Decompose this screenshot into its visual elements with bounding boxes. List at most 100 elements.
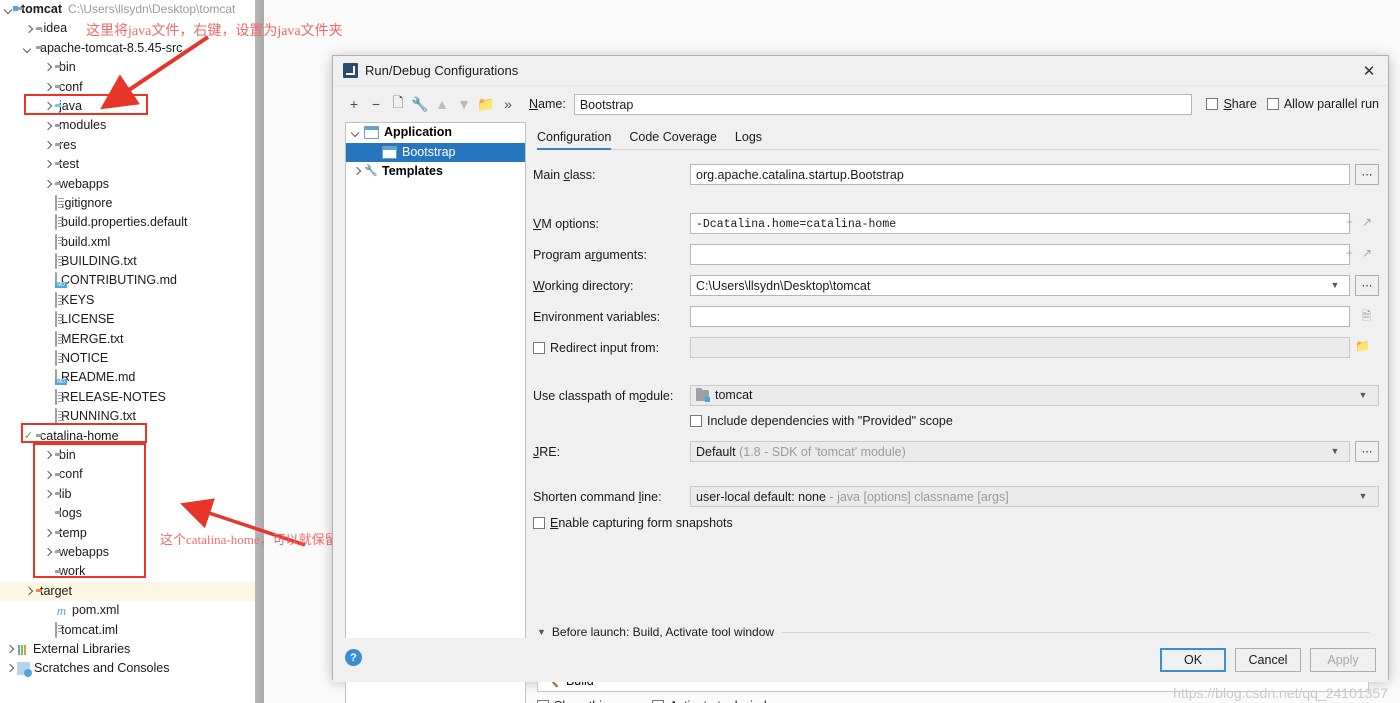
tree-row[interactable]: RELEASE-NOTES — [0, 388, 255, 407]
environment-variables-input[interactable] — [690, 306, 1350, 327]
close-icon[interactable]: ✕ — [1356, 60, 1382, 82]
chevron-right-icon[interactable] — [42, 159, 53, 170]
form-snapshots-checkbox[interactable]: Enable capturing form snapshots — [533, 516, 733, 530]
remove-configuration-icon[interactable]: − — [365, 93, 387, 115]
more-options-icon[interactable]: » — [497, 93, 519, 115]
chevron-down-icon[interactable]: ▼ — [1355, 384, 1371, 405]
tree-row[interactable]: build.properties.default — [0, 213, 255, 232]
chevron-down-icon[interactable]: ▼ — [537, 627, 546, 637]
tree-row-root[interactable]: tomcat C:\Users\llsydn\Desktop\tomcat — [0, 0, 255, 19]
tree-row[interactable]: .idea — [0, 19, 255, 38]
classpath-module-combo[interactable]: tomcat — [690, 385, 1379, 406]
chevron-right-icon[interactable] — [4, 663, 15, 674]
tab-logs[interactable]: Logs — [731, 130, 776, 149]
tree-row[interactable]: lib — [0, 485, 255, 504]
chevron-right-icon[interactable] — [23, 24, 34, 35]
chevron-right-icon[interactable] — [42, 470, 53, 481]
show-this-page-checkbox[interactable]: Show this page — [537, 699, 639, 703]
main-class-input[interactable]: org.apache.catalina.startup.Bootstrap — [690, 164, 1350, 185]
expand-editor-icon[interactable]: ↗ — [1362, 246, 1372, 260]
chevron-right-icon[interactable] — [42, 82, 53, 93]
ok-button[interactable]: OK — [1160, 648, 1226, 672]
tree-row[interactable]: LICENSE — [0, 310, 255, 329]
tab-code-coverage[interactable]: Code Coverage — [625, 130, 731, 149]
working-directory-input[interactable]: C:\Users\llsydn\Desktop\tomcat — [690, 275, 1350, 296]
tree-row[interactable]: bin — [0, 446, 255, 465]
program-arguments-input[interactable] — [690, 244, 1350, 265]
name-input[interactable]: Bootstrap — [573, 93, 1193, 115]
chevron-right-icon[interactable] — [4, 644, 15, 655]
tree-row[interactable]: .gitignore — [0, 194, 255, 213]
working-directory-browse-button[interactable]: ⋯ — [1355, 275, 1379, 296]
tree-row[interactable]: tomcat.iml — [0, 621, 255, 640]
help-button[interactable]: ? — [345, 649, 362, 666]
chevron-right-icon[interactable] — [351, 166, 362, 177]
tree-row[interactable]: m pom.xml — [0, 601, 255, 620]
tree-row[interactable]: webapps — [0, 543, 255, 562]
apply-button[interactable]: Apply — [1310, 648, 1376, 672]
chevron-down-icon[interactable]: ▼ — [1355, 485, 1371, 506]
tree-row[interactable]: apache-tomcat-8.5.45-src — [0, 39, 255, 58]
panel-splitter[interactable] — [255, 0, 264, 703]
chevron-right-icon[interactable] — [42, 450, 53, 461]
jre-browse-button[interactable]: ⋯ — [1355, 441, 1379, 462]
tree-row[interactable]: temp — [0, 524, 255, 543]
tree-row[interactable]: modules — [0, 116, 255, 135]
activate-tool-window-checkbox[interactable]: Activate tool window — [652, 699, 783, 703]
tree-row[interactable]: conf — [0, 465, 255, 484]
expand-editor-icon[interactable]: ↗ — [1362, 215, 1372, 229]
edit-env-vars-icon[interactable]: 🗎 — [1361, 307, 1371, 328]
before-launch-header[interactable]: ▼ Before launch: Build, Activate tool wi… — [537, 625, 1369, 639]
chevron-right-icon[interactable] — [42, 140, 53, 151]
allow-parallel-run-checkbox[interactable]: Allow parallel run — [1266, 97, 1379, 111]
shorten-command-line-combo[interactable]: user-local default: none - java [options… — [690, 486, 1379, 507]
chevron-down-icon[interactable] — [23, 43, 34, 54]
tree-row[interactable]: logs — [0, 504, 255, 523]
tree-row[interactable]: NOTICE — [0, 349, 255, 368]
jre-combo[interactable]: Default (1.8 - SDK of 'tomcat' module) — [690, 441, 1350, 462]
tree-row[interactable]: MERGE.txt — [0, 330, 255, 349]
project-tree-panel[interactable]: tomcat C:\Users\llsydn\Desktop\tomcat .i… — [0, 0, 255, 703]
move-down-icon[interactable]: ▼ — [453, 93, 475, 115]
chevron-down-icon[interactable] — [351, 127, 362, 138]
include-provided-checkbox[interactable]: Include dependencies with "Provided" sco… — [690, 414, 953, 428]
chevron-right-icon[interactable] — [23, 586, 34, 597]
chevron-right-icon[interactable] — [42, 528, 53, 539]
chevron-down-icon[interactable]: ▼ — [1327, 274, 1343, 295]
share-checkbox[interactable]: Share — [1206, 97, 1257, 111]
main-class-browse-button[interactable]: ⋯ — [1355, 164, 1379, 185]
tree-row[interactable]: External Libraries — [0, 640, 255, 659]
new-folder-icon[interactable]: 📁 — [475, 93, 497, 115]
configuration-tree-row[interactable]: Application — [346, 123, 525, 143]
wrench-icon[interactable]: 🔧 — [409, 93, 431, 115]
cancel-button[interactable]: Cancel — [1235, 648, 1301, 672]
tree-row[interactable]: bin — [0, 58, 255, 77]
tree-row[interactable]: KEYS — [0, 291, 255, 310]
tree-row[interactable]: test — [0, 155, 255, 174]
chevron-right-icon[interactable] — [42, 101, 53, 112]
configuration-tabs[interactable]: Configuration Code Coverage Logs — [537, 122, 1379, 150]
tree-row[interactable]: Scratches and Consoles — [0, 659, 255, 678]
move-up-icon[interactable]: ▲ — [431, 93, 453, 115]
redirect-input-checkbox[interactable]: Redirect input from: — [533, 341, 690, 355]
tree-row[interactable]: webapps — [0, 175, 255, 194]
vm-options-input[interactable]: -Dcatalina.home=catalina-home — [690, 213, 1350, 234]
tree-row[interactable]: target — [0, 581, 255, 602]
tree-row[interactable]: build.xml — [0, 233, 255, 252]
tree-row[interactable]: README.md — [0, 368, 255, 387]
chevron-right-icon[interactable] — [42, 121, 53, 132]
tree-row[interactable]: work — [0, 562, 255, 581]
tree-row[interactable]: ✓ catalina-home — [0, 427, 255, 446]
tab-configuration[interactable]: Configuration — [537, 130, 625, 150]
configuration-tree-row[interactable]: 🔧 Templates — [346, 162, 525, 182]
run-debug-configurations-dialog[interactable]: Run/Debug Configurations ✕ + − 🗋 🔧 ▲ ▼ 📁… — [332, 55, 1389, 703]
tree-row[interactable]: res — [0, 136, 255, 155]
folder-icon[interactable]: 📁 — [1355, 339, 1370, 353]
configuration-tree-row[interactable]: Bootstrap — [346, 142, 525, 162]
tree-row[interactable]: CONTRIBUTING.md — [0, 271, 255, 290]
tree-row[interactable]: conf — [0, 78, 255, 97]
tree-row[interactable]: BUILDING.txt — [0, 252, 255, 271]
tree-row[interactable]: java — [0, 97, 255, 116]
copy-configuration-icon[interactable]: 🗋 — [387, 93, 409, 115]
chevron-right-icon[interactable] — [42, 547, 53, 558]
